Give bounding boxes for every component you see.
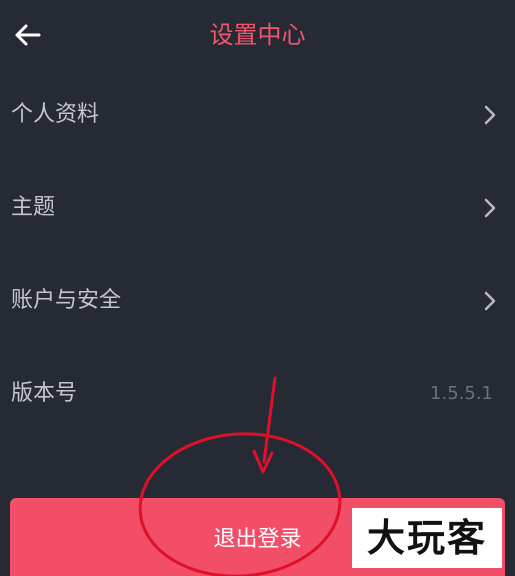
menu-item-profile[interactable]: 个人资料 bbox=[0, 68, 515, 161]
menu-item-theme[interactable]: 主题 bbox=[0, 161, 515, 254]
header-bar: 设置中心 bbox=[0, 0, 515, 70]
page-title: 设置中心 bbox=[209, 21, 306, 49]
menu-item-label: 版本号 bbox=[11, 380, 78, 406]
pointer-arrow-head bbox=[252, 449, 274, 474]
watermark-text: 大玩客 bbox=[366, 516, 487, 560]
menu-item-account-security[interactable]: 账户与安全 bbox=[0, 254, 515, 347]
menu-item-label: 主题 bbox=[11, 194, 56, 220]
watermark: 大玩客 bbox=[352, 508, 502, 568]
chevron-right-icon bbox=[484, 198, 496, 217]
chevron-right-icon bbox=[484, 291, 496, 310]
chevron-right-icon bbox=[484, 105, 496, 124]
menu-item-label: 账户与安全 bbox=[11, 287, 122, 313]
menu-item-version: 版本号 1.5.5.1 bbox=[0, 347, 515, 440]
settings-menu: 个人资料 主题 账户与安全 版本号 1.5.5.1 bbox=[0, 68, 515, 440]
version-number: 1.5.5.1 bbox=[430, 382, 493, 404]
logout-button-label: 退出登录 bbox=[213, 527, 302, 552]
menu-item-label: 个人资料 bbox=[11, 101, 100, 127]
